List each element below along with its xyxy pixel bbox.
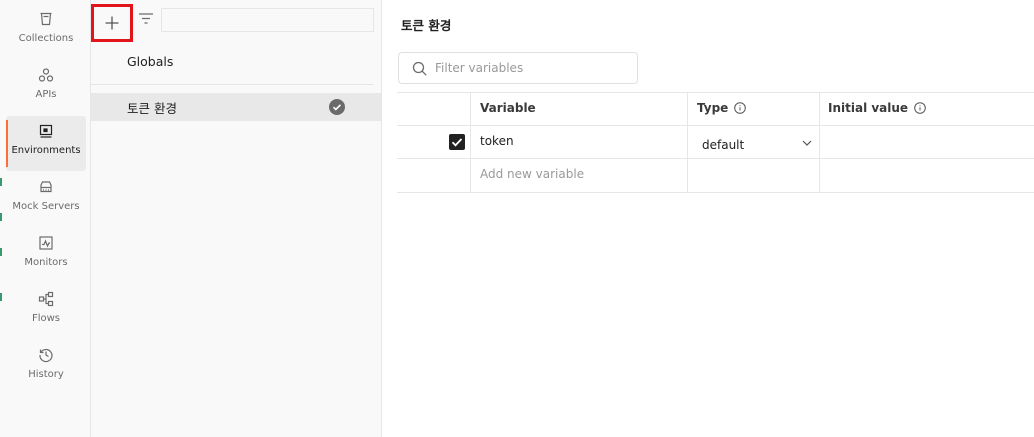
sidebar-item-environments[interactable]: Environments	[6, 116, 86, 171]
sidebar-item-mock-servers[interactable]: Mock Servers	[6, 172, 86, 227]
column-header-label: Initial value	[828, 101, 909, 115]
active-check-icon[interactable]	[329, 99, 345, 115]
globals-item[interactable]: Globals	[91, 48, 374, 85]
table-border	[397, 158, 1034, 159]
page-title: 토큰 환경	[401, 18, 452, 33]
sidebar-item-label: Collections	[18, 33, 74, 44]
sidebar-item-monitors[interactable]: Monitors	[6, 228, 86, 283]
left-rail: Collections APIs Environments Mock Serve…	[0, 0, 91, 437]
add-new-variable-input[interactable]: Add new variable	[480, 167, 584, 181]
monitor-icon	[39, 236, 53, 250]
sidebar-item-apis[interactable]: APIs	[6, 60, 86, 115]
column-header-variable: Variable	[480, 101, 536, 115]
type-dropdown[interactable]: default	[702, 134, 812, 152]
sidebar-item-collections[interactable]: Collections	[6, 4, 86, 59]
apis-icon	[38, 68, 54, 82]
sidebar-item-flows[interactable]: Flows	[6, 284, 86, 339]
environment-name: 토큰 환경	[127, 101, 177, 116]
filter-icon[interactable]	[137, 10, 155, 28]
type-value: default	[702, 138, 745, 152]
environments-icon	[39, 124, 53, 138]
table-divider	[470, 92, 471, 192]
checkmark-icon	[451, 138, 463, 147]
sidebar-item-label: Flows	[31, 313, 61, 324]
environment-editor: 토큰 환경 Variable Type Initial value token …	[382, 0, 1034, 437]
flows-icon	[38, 291, 54, 307]
add-environment-button[interactable]	[91, 4, 133, 42]
history-icon	[39, 348, 53, 363]
chevron-down-icon	[802, 140, 812, 146]
environment-list-panel: Globals 토큰 환경	[91, 0, 382, 437]
trash-bin-icon	[40, 12, 52, 26]
column-header-type: Type	[697, 101, 747, 115]
info-icon[interactable]	[914, 102, 926, 114]
environment-search-input[interactable]	[161, 8, 374, 32]
filter-variables-field[interactable]	[398, 52, 638, 84]
enable-variable-checkbox[interactable]	[449, 134, 465, 150]
search-icon	[412, 61, 427, 76]
table-divider	[819, 92, 820, 192]
table-border	[397, 125, 1034, 126]
sidebar-item-label: APIs	[35, 89, 57, 100]
edge-marker	[0, 248, 2, 256]
globals-label: Globals	[127, 54, 174, 69]
sidebar-item-label: Environments	[11, 145, 81, 156]
edge-marker	[0, 178, 2, 186]
filter-variables-input[interactable]	[435, 58, 630, 78]
column-header-initial-value: Initial value	[828, 101, 926, 115]
variable-name-cell[interactable]: token	[480, 134, 514, 148]
sidebar-item-label: Monitors	[24, 257, 68, 268]
sidebar-item-history[interactable]: History	[6, 340, 86, 395]
edge-marker	[0, 213, 2, 221]
server-icon	[40, 181, 52, 193]
table-border	[397, 192, 1034, 193]
edge-marker	[0, 293, 2, 301]
column-header-label: Type	[697, 101, 729, 115]
table-divider	[687, 92, 688, 192]
column-header-label: Variable	[480, 101, 536, 115]
sidebar-item-label: History	[28, 369, 64, 380]
environment-list-item[interactable]: 토큰 환경	[91, 93, 381, 121]
plus-icon	[105, 16, 119, 30]
sidebar-item-label: Mock Servers	[12, 201, 80, 212]
info-icon[interactable]	[734, 102, 747, 114]
table-border	[397, 92, 1034, 93]
